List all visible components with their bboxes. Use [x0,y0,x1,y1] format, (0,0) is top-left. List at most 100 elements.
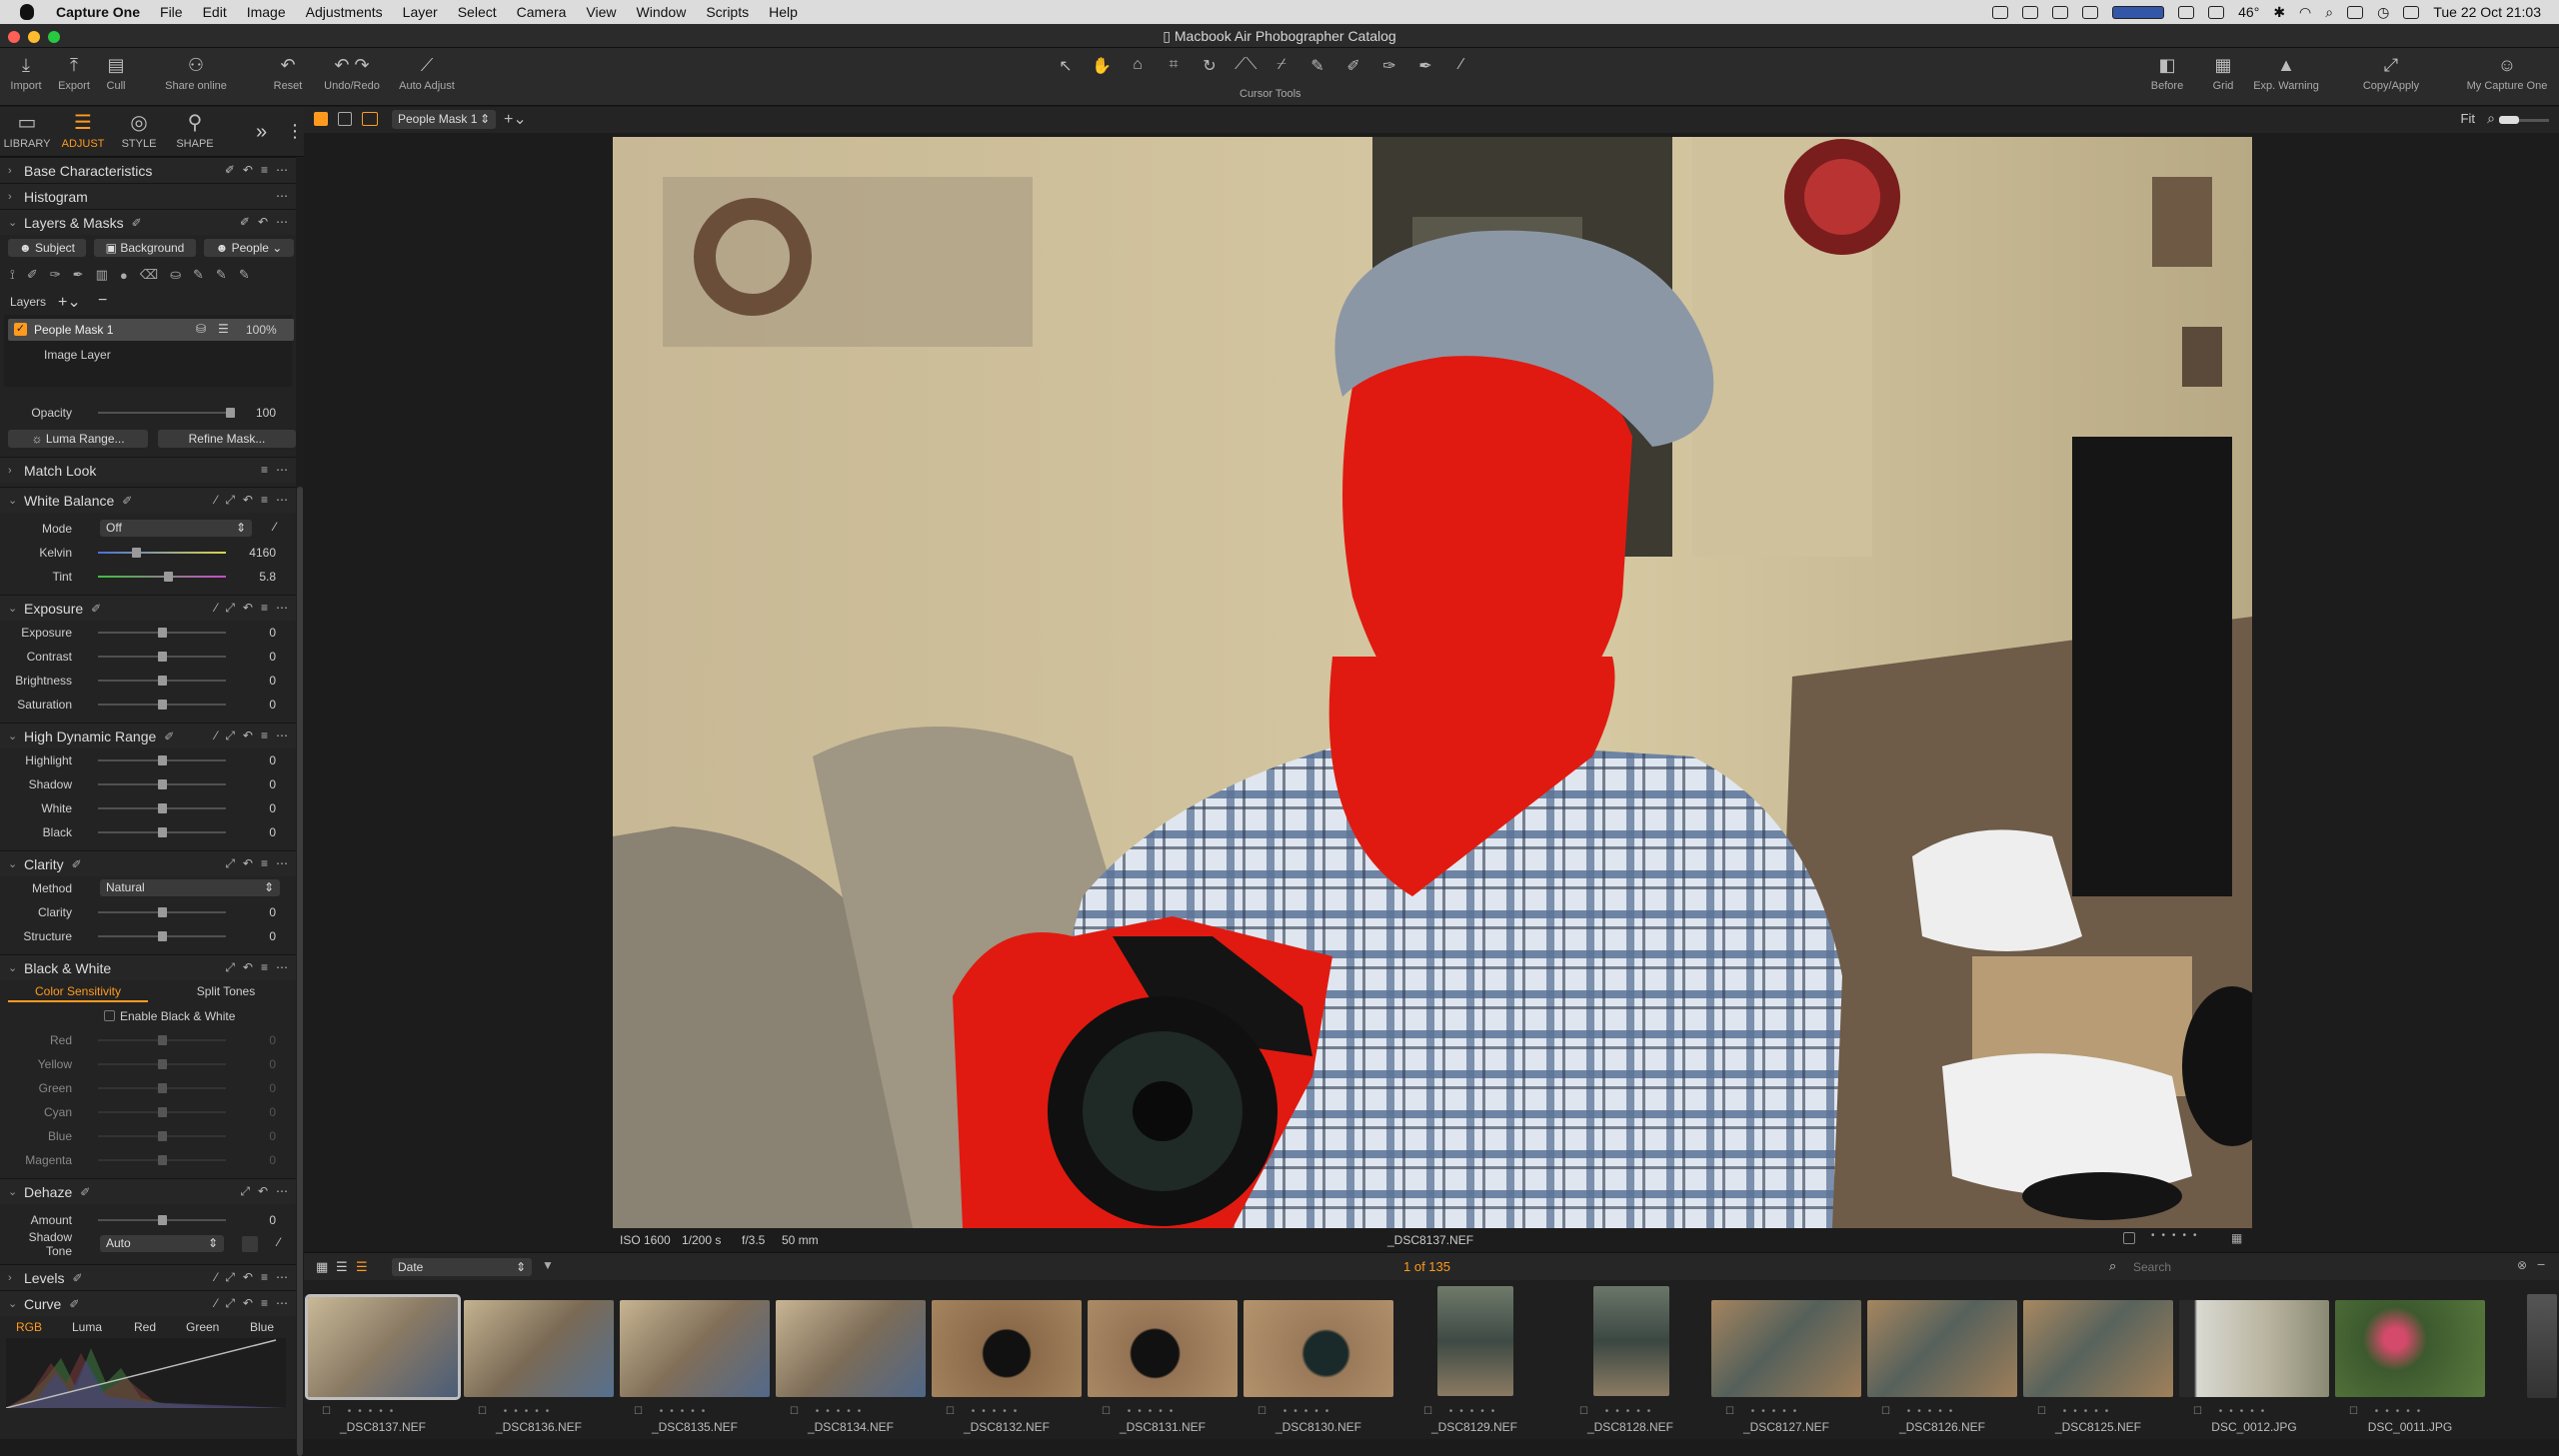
edit-icon[interactable]: ✐ [91,602,101,616]
white-balance-header[interactable]: ⌄ White Balance ✐ ⁄ ⤢ ↶ ≡ ⋯ [0,487,296,513]
copy-icon[interactable]: ⤢ [225,1270,235,1285]
before-button[interactable]: ◧ Before [2147,54,2187,92]
zoom-icon[interactable]: ⌕ [2487,110,2495,127]
list-view-icon[interactable]: ☰ [336,1259,348,1275]
thumbnail-dsc8137[interactable] [305,1294,461,1400]
copy-icon[interactable]: ⤢ [225,493,235,508]
tint-value[interactable]: 5.8 [236,570,276,584]
thumbnail-dsc8127[interactable] [1711,1300,1861,1397]
reset-tool-icon[interactable]: ↶ [258,215,268,229]
status-icon-bar[interactable] [2208,5,2225,19]
enable-bw-checkbox[interactable] [104,1010,115,1021]
select-checkbox[interactable] [2123,1232,2135,1244]
thumbnail-dsc8128[interactable] [1593,1286,1669,1396]
slider-knob[interactable] [158,1083,167,1093]
subject-mask-button[interactable]: ☻ Subject [8,239,86,257]
color-picker-icon[interactable]: ⁄ [1450,56,1472,78]
presets-icon[interactable]: ≡ [261,493,268,508]
menu-app-name[interactable]: Capture One [46,4,150,20]
thumbnail-rating[interactable]: ☐ ••••• [1423,1406,1501,1417]
ellipsis-icon[interactable]: ⋯ [276,1184,288,1199]
erase-mask-icon[interactable]: ⌫ [140,267,158,283]
thumbnail-rating[interactable]: ☐ ••••• [1258,1406,1335,1417]
ai-brush-icon[interactable]: ✑ [50,267,61,283]
radial-gradient-icon[interactable]: ● [120,268,128,283]
copy-apply-button[interactable]: ⤢ Copy/Apply [2355,54,2427,92]
clarity-value[interactable]: 0 [236,905,276,919]
kelvin-slider[interactable] [98,548,226,558]
grid-button[interactable]: ▦ Grid [2205,54,2241,92]
clarity-method-select[interactable]: Natural ⇕ [100,879,280,896]
presets-icon[interactable]: ≡ [261,1296,268,1311]
status-icon-cc[interactable] [1992,5,2009,19]
reset-button[interactable]: ↶ Reset [268,54,308,92]
luma-range-button[interactable]: ☼ Luma Range... [8,430,148,448]
zoom-fit-label[interactable]: Fit [2461,111,2475,126]
undo-redo-button[interactable]: ↶ ↷ Undo/Redo [320,54,384,92]
remove-layer-icon[interactable]: − [98,292,107,310]
eraser-icon[interactable]: ✑ [1378,56,1400,78]
panel-scrollbar[interactable] [296,157,304,1456]
picker-icon[interactable]: ⁄ [215,493,217,508]
ellipsis-icon[interactable]: ⋯ [276,215,288,229]
sort-dropdown[interactable]: Date ⇕ [392,1258,532,1276]
exposure-warning-button[interactable]: ▲ Exp. Warning [2247,54,2325,92]
cull-button[interactable]: ▤ Cull [100,54,132,92]
my-capture-one-button[interactable]: ☺ My Capture One [2459,54,2555,92]
background-mask-button[interactable]: ▣ Background [94,239,196,257]
pan-hand-icon[interactable]: ✋ [1091,56,1113,78]
exposure-slider[interactable] [98,628,226,638]
spot-removal-icon[interactable]: ⌿ [1271,56,1292,78]
shadow-value[interactable]: 0 [236,777,276,791]
presets-icon[interactable]: ≡ [261,601,268,616]
slider-knob[interactable] [158,803,167,813]
brush-icon[interactable]: ✐ [1342,56,1364,78]
thumbnail-next-partial[interactable] [2527,1294,2557,1398]
contrast-slider[interactable] [98,652,226,662]
layer-selector-dropdown[interactable]: People Mask 1 ⇕ [392,110,496,129]
rotate-icon[interactable]: ↻ [1199,56,1221,78]
refine-mask-button[interactable]: Refine Mask... [158,430,296,448]
ellipsis-icon[interactable]: ⋯ [276,463,288,477]
auto-adjust-button[interactable]: ⟋ Auto Adjust [392,54,462,92]
tab-shape[interactable]: ⚲ SHAPE [170,111,220,150]
heal-icon[interactable]: ✎ [1306,56,1328,78]
menu-select[interactable]: Select [448,4,507,20]
ellipsis-icon[interactable]: ⋯ [276,856,288,871]
collapse-browser-icon[interactable]: − [2537,1256,2545,1272]
presets-icon[interactable]: ≡ [261,163,268,177]
ellipsis-icon[interactable]: ⋯ [276,601,288,616]
kelvin-value[interactable]: 4160 [236,546,276,560]
thumbnail-rating[interactable]: ☐ ••••• [322,1406,400,1417]
thumbnail-dsc8129[interactable] [1437,1286,1513,1396]
thumbnail-rating[interactable]: ☐ ••••• [946,1406,1024,1417]
slider-knob[interactable] [158,827,167,837]
slider-knob[interactable] [158,1215,167,1225]
curve-tab-luma[interactable]: Luma [72,1320,102,1334]
slider-knob[interactable] [158,755,167,765]
curve-header[interactable]: ⌄ Curve ✐ ⁄ ⤢ ↶ ≡ ⋯ [0,1290,296,1316]
edit-icon[interactable]: ✐ [80,1185,90,1199]
white-value[interactable]: 0 [236,801,276,815]
ellipsis-icon[interactable]: ⋯ [276,189,288,203]
shadow-tone-picker-icon[interactable]: ⁄ [278,1235,280,1249]
edit-icon[interactable]: ✐ [164,729,174,743]
edit-icon[interactable]: ✐ [69,1297,79,1311]
amount-slider[interactable] [98,1215,226,1225]
contrast-value[interactable]: 0 [236,650,276,664]
crop-icon[interactable]: ⌗ [1163,56,1185,78]
exposure-value[interactable]: 0 [236,626,276,640]
presets-icon[interactable]: ≡ [261,463,268,477]
layer-visibility-checkbox[interactable]: ✓ [14,323,27,336]
levels-header[interactable]: › Levels ✐ ⁄ ⤢ ↶ ≡ ⋯ [0,1264,296,1290]
slider-knob[interactable] [158,700,167,710]
black-white-header[interactable]: ⌄ Black & White ⤢ ↶ ≡ ⋯ [0,954,296,980]
menu-file[interactable]: File [150,4,193,20]
curve-tab-blue[interactable]: Blue [250,1320,274,1334]
status-icon-memory[interactable] [2178,5,2195,19]
reset-tool-icon[interactable]: ↶ [243,493,253,508]
photo-content[interactable] [613,137,2252,1228]
reset-tool-icon[interactable]: ↶ [243,1270,253,1285]
apple-menu-icon[interactable] [20,4,34,20]
photo-preview[interactable] [613,137,2252,1228]
